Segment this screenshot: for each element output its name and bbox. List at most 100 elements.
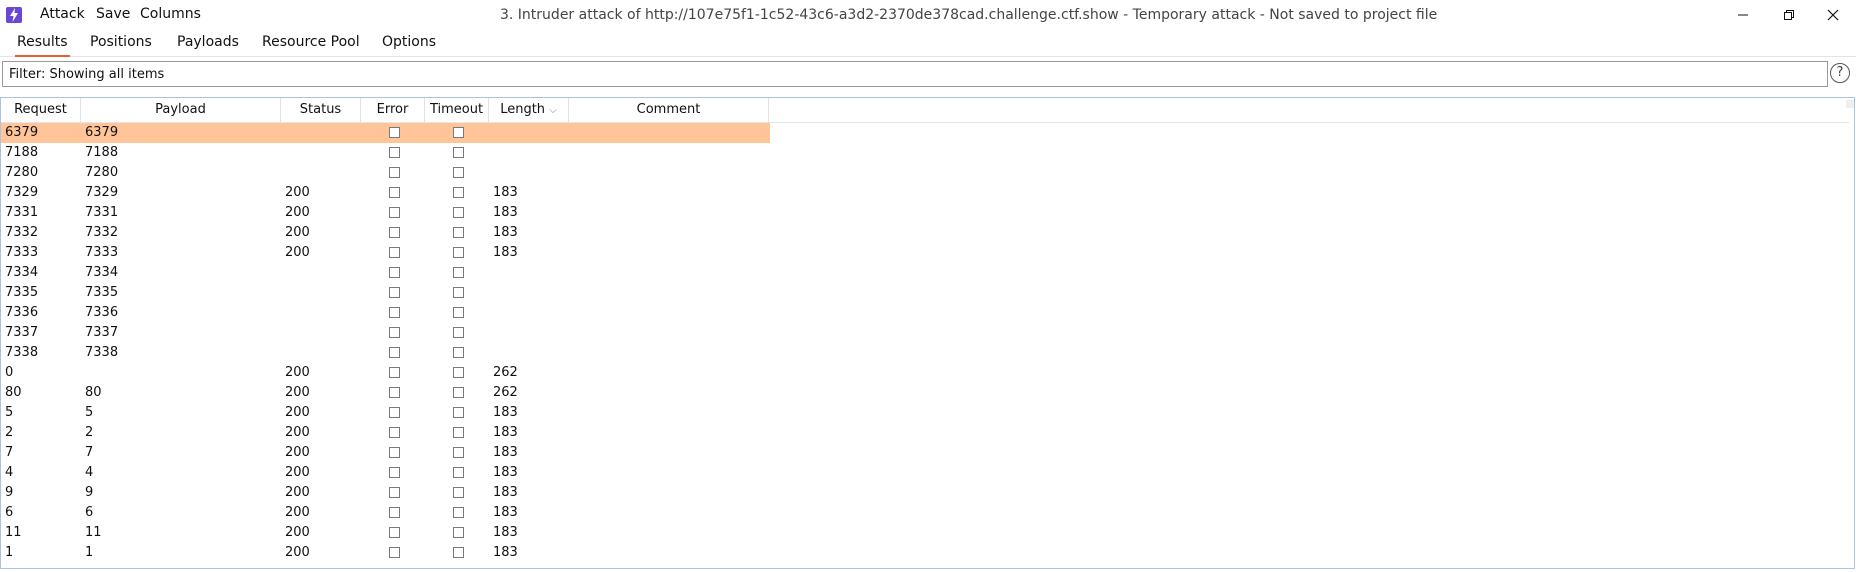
close-button[interactable] <box>1810 0 1856 30</box>
timeout-checkbox[interactable] <box>453 507 464 518</box>
timeout-checkbox[interactable] <box>453 167 464 178</box>
timeout-checkbox[interactable] <box>453 227 464 238</box>
error-checkbox[interactable] <box>389 187 400 198</box>
table-row[interactable]: 7331 7331 200 183 <box>1 203 770 223</box>
table-row[interactable]: 11 11 200 183 <box>1 523 770 543</box>
column-header-error[interactable]: Error <box>361 98 425 122</box>
table-row[interactable]: 7338 7338 <box>1 343 770 363</box>
error-checkbox[interactable] <box>389 227 400 238</box>
table-row[interactable]: 5 5 200 183 <box>1 403 770 423</box>
error-checkbox[interactable] <box>389 547 400 558</box>
cell-error <box>361 123 425 143</box>
timeout-checkbox[interactable] <box>453 287 464 298</box>
cell-comment <box>569 183 769 203</box>
menu-save[interactable]: Save <box>96 6 130 22</box>
timeout-checkbox[interactable] <box>453 267 464 278</box>
timeout-checkbox[interactable] <box>453 187 464 198</box>
table-row[interactable]: 4 4 200 183 <box>1 463 770 483</box>
timeout-checkbox[interactable] <box>453 367 464 378</box>
column-header-status[interactable]: Status <box>281 98 361 122</box>
cell-length: 262 <box>493 385 518 400</box>
error-checkbox[interactable] <box>389 327 400 338</box>
tab-resource-pool[interactable]: Resource Pool <box>262 34 360 55</box>
table-row[interactable]: 7 7 200 183 <box>1 443 770 463</box>
cell-error <box>361 263 425 283</box>
cell-error <box>361 183 425 203</box>
cell-timeout <box>425 163 489 183</box>
cell-timeout <box>425 223 489 243</box>
table-row[interactable]: 6379 6379 <box>1 123 770 143</box>
table-row[interactable]: 7337 7337 <box>1 323 770 343</box>
filter-bar[interactable]: Filter: Showing all items <box>2 61 1828 87</box>
timeout-checkbox[interactable] <box>453 527 464 538</box>
table-row[interactable]: 7329 7329 200 183 <box>1 183 770 203</box>
table-row[interactable]: 1 1 200 183 <box>1 543 770 563</box>
timeout-checkbox[interactable] <box>453 427 464 438</box>
timeout-checkbox[interactable] <box>453 147 464 158</box>
table-row[interactable]: 2 2 200 183 <box>1 423 770 443</box>
cell-length: 183 <box>493 405 518 420</box>
error-checkbox[interactable] <box>389 427 400 438</box>
table-row[interactable]: 0 200 262 <box>1 363 770 383</box>
error-checkbox[interactable] <box>389 247 400 258</box>
table-row[interactable]: 6 6 200 183 <box>1 503 770 523</box>
error-checkbox[interactable] <box>389 407 400 418</box>
error-checkbox[interactable] <box>389 167 400 178</box>
error-checkbox[interactable] <box>389 267 400 278</box>
error-checkbox[interactable] <box>389 487 400 498</box>
minimize-button[interactable] <box>1720 0 1766 30</box>
table-row[interactable]: 7188 7188 <box>1 143 770 163</box>
column-header-timeout[interactable]: Timeout <box>425 98 489 122</box>
error-checkbox[interactable] <box>389 367 400 378</box>
cell-status: 200 <box>285 365 310 380</box>
error-checkbox[interactable] <box>389 207 400 218</box>
error-checkbox[interactable] <box>389 507 400 518</box>
table-row[interactable]: 7333 7333 200 183 <box>1 243 770 263</box>
error-checkbox[interactable] <box>389 127 400 138</box>
timeout-checkbox[interactable] <box>453 467 464 478</box>
column-header-comment[interactable]: Comment <box>569 98 769 122</box>
error-checkbox[interactable] <box>389 147 400 158</box>
error-checkbox[interactable] <box>389 387 400 398</box>
timeout-checkbox[interactable] <box>453 307 464 318</box>
table-row[interactable]: 7334 7334 <box>1 263 770 283</box>
table-row[interactable]: 7280 7280 <box>1 163 770 183</box>
sort-descending-icon: ⌵ <box>549 105 557 116</box>
error-checkbox[interactable] <box>389 307 400 318</box>
table-row[interactable]: 7336 7336 <box>1 303 770 323</box>
timeout-checkbox[interactable] <box>453 327 464 338</box>
timeout-checkbox[interactable] <box>453 247 464 258</box>
tab-options[interactable]: Options <box>382 34 436 55</box>
timeout-checkbox[interactable] <box>453 387 464 398</box>
table-row[interactable]: 7332 7332 200 183 <box>1 223 770 243</box>
timeout-checkbox[interactable] <box>453 447 464 458</box>
cell-status: 200 <box>285 545 310 560</box>
menu-columns[interactable]: Columns <box>140 6 201 22</box>
timeout-checkbox[interactable] <box>453 207 464 218</box>
column-header-payload[interactable]: Payload <box>81 98 281 122</box>
menu-attack[interactable]: Attack <box>40 6 85 22</box>
tab-results[interactable]: Results <box>15 34 70 57</box>
error-checkbox[interactable] <box>389 467 400 478</box>
error-checkbox[interactable] <box>389 447 400 458</box>
timeout-checkbox[interactable] <box>453 487 464 498</box>
column-header-request[interactable]: Request <box>1 98 81 122</box>
tab-positions[interactable]: Positions <box>90 34 152 55</box>
cell-length: 183 <box>493 525 518 540</box>
cell-status: 200 <box>285 485 310 500</box>
restore-button[interactable] <box>1766 0 1812 30</box>
timeout-checkbox[interactable] <box>453 127 464 138</box>
error-checkbox[interactable] <box>389 527 400 538</box>
table-row[interactable]: 9 9 200 183 <box>1 483 770 503</box>
table-row[interactable]: 7335 7335 <box>1 283 770 303</box>
timeout-checkbox[interactable] <box>453 407 464 418</box>
tab-payloads[interactable]: Payloads <box>177 34 239 55</box>
column-header-length[interactable]: Length ⌵ <box>489 98 569 122</box>
scrollbar-arrow[interactable] <box>1846 100 1854 108</box>
error-checkbox[interactable] <box>389 347 400 358</box>
error-checkbox[interactable] <box>389 287 400 298</box>
help-icon[interactable]: ? <box>1830 63 1850 83</box>
timeout-checkbox[interactable] <box>453 347 464 358</box>
timeout-checkbox[interactable] <box>453 547 464 558</box>
table-row[interactable]: 80 80 200 262 <box>1 383 770 403</box>
